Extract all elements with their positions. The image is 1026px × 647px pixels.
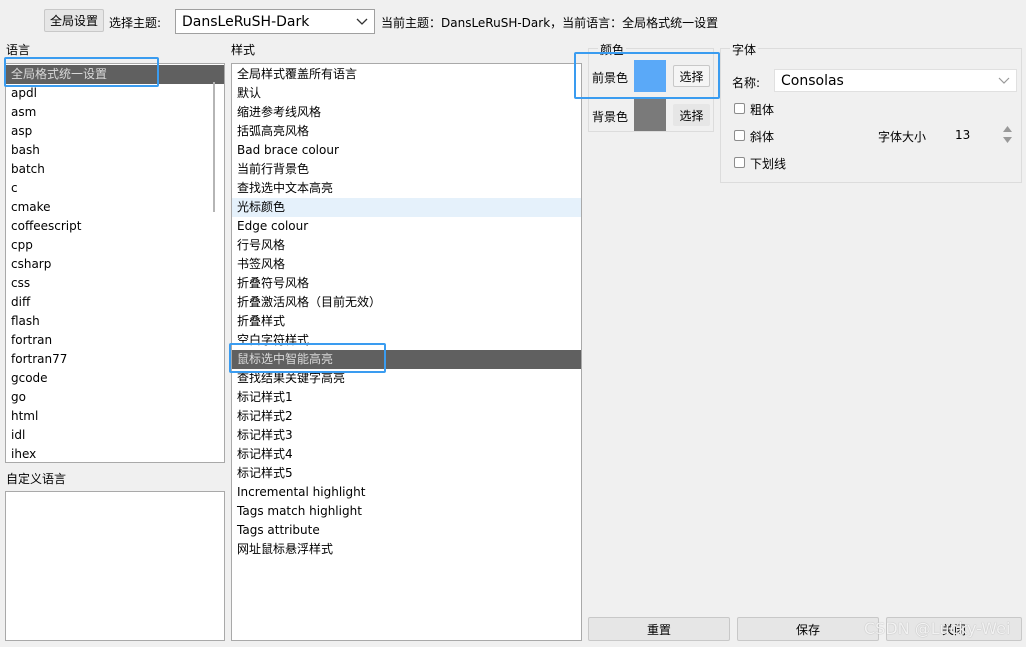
italic-checkbox[interactable] <box>734 130 745 141</box>
language-list-item[interactable]: diff <box>6 293 224 312</box>
font-size-spinbox[interactable]: 13 <box>950 123 1016 147</box>
font-name-label: 名称: <box>732 76 761 90</box>
language-list-item[interactable]: fortran77 <box>6 350 224 369</box>
style-list-item[interactable]: 缩进参考线风格 <box>232 103 581 122</box>
style-list-item[interactable]: 括弧高亮风格 <box>232 122 581 141</box>
language-list-item[interactable]: html <box>6 407 224 426</box>
style-list-item[interactable]: 标记样式2 <box>232 407 581 426</box>
language-list-scrollbar[interactable] <box>213 82 215 212</box>
style-list-item[interactable]: Bad brace colour <box>232 141 581 160</box>
status-text: 当前主题：DansLeRuSH-Dark，当前语言：全局格式统一设置 <box>381 16 719 30</box>
font-name-dropdown[interactable]: Consolas <box>774 69 1017 92</box>
style-list-item[interactable]: 标记样式1 <box>232 388 581 407</box>
italic-label: 斜体 <box>750 130 775 144</box>
select-theme-label: 选择主题: <box>109 16 162 30</box>
language-label: 语言 <box>6 43 31 57</box>
spin-up-icon[interactable] <box>1003 126 1012 132</box>
style-list-item[interactable]: Tags match highlight <box>232 502 581 521</box>
global-settings-button[interactable]: 全局设置 <box>44 9 104 32</box>
language-list-item[interactable]: gcode <box>6 369 224 388</box>
style-list-item[interactable]: 书签风格 <box>232 255 581 274</box>
language-list-item[interactable]: flash <box>6 312 224 331</box>
language-list-item[interactable]: bash <box>6 141 224 160</box>
style-list-item[interactable]: Incremental highlight <box>232 483 581 502</box>
style-list-item[interactable]: 当前行背景色 <box>232 160 581 179</box>
custom-language-list[interactable] <box>5 491 225 641</box>
style-list-item[interactable]: 标记样式5 <box>232 464 581 483</box>
underline-checkbox[interactable] <box>734 157 745 168</box>
language-list-item[interactable]: cpp <box>6 236 224 255</box>
chevron-down-icon <box>356 18 368 25</box>
reset-button[interactable]: 重置 <box>588 617 730 641</box>
language-list[interactable]: 全局格式统一设置 apdl asm asp bash batch c cmake coffees… <box>5 63 225 463</box>
theme-dropdown[interactable]: DansLeRuSH-Dark <box>175 9 375 34</box>
style-list-item[interactable]: 标记样式3 <box>232 426 581 445</box>
watermark: CSDN @Lucky-Wei <box>864 619 1011 638</box>
background-label: 背景色 <box>592 110 629 124</box>
font-size-value: 13 <box>955 128 971 142</box>
language-list-item[interactable]: coffeescript <box>6 217 224 236</box>
language-list-item[interactable]: cmake <box>6 198 224 217</box>
style-list-item[interactable]: Edge colour <box>232 217 581 236</box>
language-list-item[interactable]: ihex <box>6 445 224 462</box>
language-list-item[interactable]: go <box>6 388 224 407</box>
font-size-label: 字体大小 <box>878 130 927 144</box>
font-label: 字体 <box>730 41 759 58</box>
background-choose-button[interactable]: 选择 <box>673 104 710 126</box>
language-list-item[interactable]: batch <box>6 160 224 179</box>
language-list-item[interactable]: asp <box>6 122 224 141</box>
style-list-item[interactable]: 查找选中文本高亮 <box>232 179 581 198</box>
background-color-swatch[interactable] <box>634 99 666 131</box>
annotation-box-foreground <box>574 52 720 99</box>
style-list-item[interactable]: 默认 <box>232 84 581 103</box>
save-button[interactable]: 保存 <box>737 617 879 641</box>
custom-language-label: 自定义语言 <box>6 472 67 486</box>
style-list-item[interactable]: Tags attribute <box>232 521 581 540</box>
underline-label: 下划线 <box>750 157 787 171</box>
style-list-item[interactable]: 标记样式4 <box>232 445 581 464</box>
style-label: 样式 <box>231 43 256 57</box>
bold-label: 粗体 <box>750 103 775 117</box>
language-list-item[interactable]: asm <box>6 103 224 122</box>
language-list-item[interactable]: c <box>6 179 224 198</box>
language-list-item[interactable]: css <box>6 274 224 293</box>
language-list-item[interactable]: csharp <box>6 255 224 274</box>
style-list-item[interactable]: 行号风格 <box>232 236 581 255</box>
bold-checkbox[interactable] <box>734 103 745 114</box>
annotation-box-language <box>4 57 159 87</box>
style-list-item[interactable]: 全局样式覆盖所有语言 <box>232 65 581 84</box>
font-name-value: Consolas <box>781 72 844 89</box>
language-list-item[interactable]: fortran <box>6 331 224 350</box>
spin-down-icon[interactable] <box>1003 137 1012 143</box>
chevron-down-icon <box>998 77 1010 84</box>
style-list-item[interactable]: 折叠样式 <box>232 312 581 331</box>
annotation-box-style <box>229 343 386 373</box>
style-list-item[interactable]: 折叠激活风格（目前无效） <box>232 293 581 312</box>
language-list-item[interactable]: idl <box>6 426 224 445</box>
theme-value: DansLeRuSH-Dark <box>182 13 310 30</box>
style-list-item[interactable]: 网址鼠标悬浮样式 <box>232 540 581 559</box>
style-list-item[interactable]: 光标颜色 <box>232 198 581 217</box>
style-list-item[interactable]: 折叠符号风格 <box>232 274 581 293</box>
